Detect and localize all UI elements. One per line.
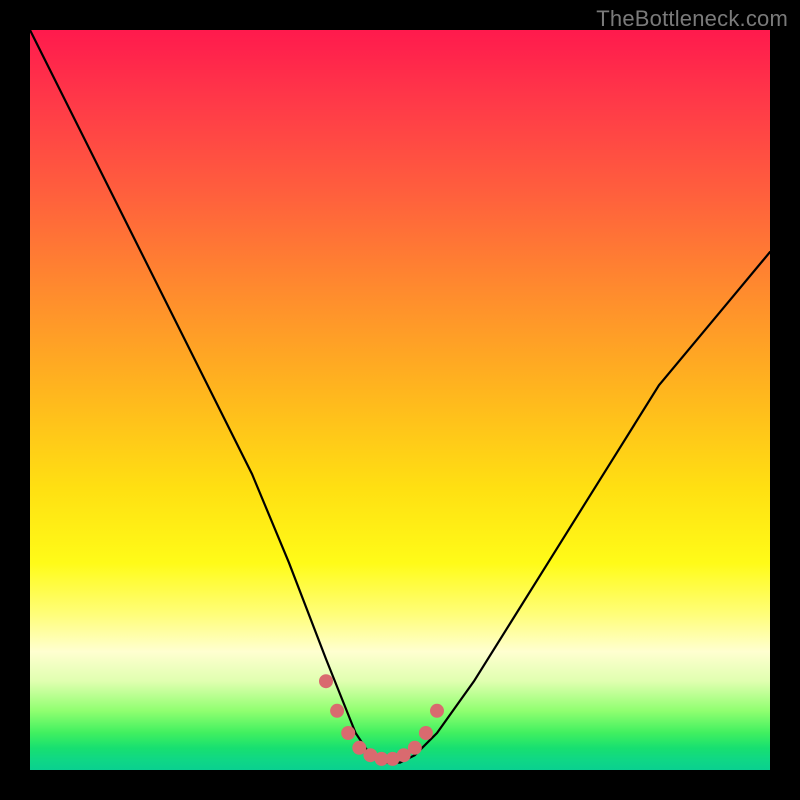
watermark-text: TheBottleneck.com: [596, 6, 788, 32]
curve-svg: [30, 30, 770, 770]
trough-dot: [330, 704, 344, 718]
trough-dot: [408, 741, 422, 755]
trough-dot: [419, 726, 433, 740]
chart-frame: TheBottleneck.com: [0, 0, 800, 800]
bottleneck-curve-line: [30, 30, 770, 763]
plot-area: [30, 30, 770, 770]
trough-dot: [319, 674, 333, 688]
trough-dot: [430, 704, 444, 718]
trough-dot: [341, 726, 355, 740]
